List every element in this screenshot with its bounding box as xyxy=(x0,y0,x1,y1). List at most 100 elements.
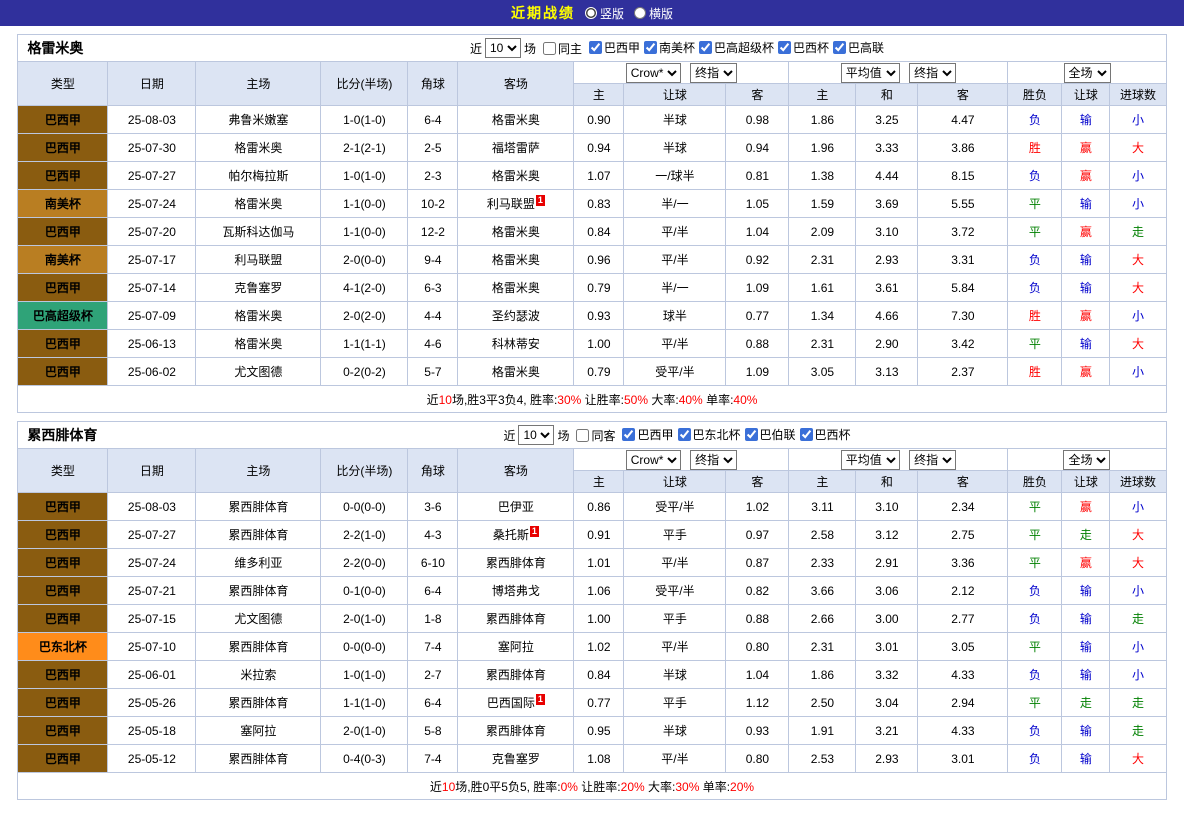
match-date: 25-08-03 xyxy=(108,493,196,521)
home-team[interactable]: 累西腓体育 xyxy=(196,745,321,773)
handicap-home-odds: 1.00 xyxy=(574,330,624,358)
euro-average-select[interactable]: 平均值 xyxy=(841,63,900,83)
vertical-radio[interactable] xyxy=(585,7,597,19)
league-filter[interactable]: 巴高超级杯 xyxy=(699,39,774,56)
bookmaker-select[interactable]: Crow* xyxy=(626,450,681,470)
league-filter[interactable]: 巴高联 xyxy=(833,39,884,56)
away-team[interactable]: 博塔弗戈 xyxy=(458,577,574,605)
match-date: 25-05-18 xyxy=(108,717,196,745)
away-team[interactable]: 累西腓体育 xyxy=(458,605,574,633)
home-team[interactable]: 格雷米奥 xyxy=(196,134,321,162)
layout-horizontal-option[interactable]: 横版 xyxy=(634,5,673,22)
home-team[interactable]: 塞阿拉 xyxy=(196,717,321,745)
euro-draw-odds: 4.66 xyxy=(856,302,918,330)
away-team[interactable]: 格雷米奥 xyxy=(458,358,574,386)
home-team[interactable]: 弗鲁米嫩塞 xyxy=(196,106,321,134)
home-team[interactable]: 帕尔梅拉斯 xyxy=(196,162,321,190)
away-team[interactable]: 巴伊亚 xyxy=(458,493,574,521)
away-team[interactable]: 圣约瑟波 xyxy=(458,302,574,330)
asian-final-index-select[interactable]: 终指 xyxy=(690,450,737,470)
league-filter[interactable]: 巴西甲 xyxy=(622,426,673,443)
handicap-away-odds: 0.81 xyxy=(726,162,789,190)
handicap-away-odds: 1.02 xyxy=(726,493,789,521)
rounds-select[interactable]: 10 xyxy=(485,38,521,58)
home-team[interactable]: 格雷米奥 xyxy=(196,190,321,218)
away-team[interactable]: 克鲁塞罗 xyxy=(458,745,574,773)
home-team[interactable]: 累西腓体育 xyxy=(196,493,321,521)
col-home: 主场 xyxy=(196,62,321,106)
home-team[interactable]: 瓦斯科达伽马 xyxy=(196,218,321,246)
same-venue-checkbox[interactable] xyxy=(576,429,589,442)
result-outcome: 平 xyxy=(1008,493,1062,521)
league-filter-checkbox[interactable] xyxy=(800,428,813,441)
league-filter-checkbox[interactable] xyxy=(745,428,758,441)
euro-final-index-select[interactable]: 终指 xyxy=(909,63,956,83)
home-team[interactable]: 累西腓体育 xyxy=(196,521,321,549)
handicap-line: 平/半 xyxy=(624,218,726,246)
home-team[interactable]: 米拉索 xyxy=(196,661,321,689)
same-venue-filter[interactable]: 同主 xyxy=(543,40,582,57)
horizontal-radio[interactable] xyxy=(634,7,646,19)
home-team[interactable]: 累西腓体育 xyxy=(196,633,321,661)
home-team[interactable]: 利马联盟 xyxy=(196,246,321,274)
bookmaker-select[interactable]: Crow* xyxy=(626,63,681,83)
away-team[interactable]: 格雷米奥 xyxy=(458,106,574,134)
handicap-home-odds: 0.83 xyxy=(574,190,624,218)
corners: 7-4 xyxy=(408,633,458,661)
league-filter-checkbox[interactable] xyxy=(833,41,846,54)
league-filter-checkbox[interactable] xyxy=(678,428,691,441)
home-team[interactable]: 维多利亚 xyxy=(196,549,321,577)
result-goals: 小 xyxy=(1110,493,1166,521)
topbar: 近期战绩 竖版 横版 xyxy=(0,0,1184,26)
away-team[interactable]: 累西腓体育 xyxy=(458,549,574,577)
away-team[interactable]: 福塔雷萨 xyxy=(458,134,574,162)
league-filter[interactable]: 南美杯 xyxy=(644,39,695,56)
corners: 2-5 xyxy=(408,134,458,162)
home-team[interactable]: 格雷米奥 xyxy=(196,302,321,330)
away-team[interactable]: 巴西国际1 xyxy=(458,689,574,717)
euro-average-select[interactable]: 平均值 xyxy=(841,450,900,470)
away-team[interactable]: 利马联盟1 xyxy=(458,190,574,218)
euro-draw-odds: 3.04 xyxy=(856,689,918,717)
scope-select[interactable]: 全场 xyxy=(1063,450,1110,470)
home-team[interactable]: 格雷米奥 xyxy=(196,330,321,358)
away-team[interactable]: 格雷米奥 xyxy=(458,218,574,246)
away-team[interactable]: 累西腓体育 xyxy=(458,717,574,745)
league-filter-checkbox[interactable] xyxy=(589,41,602,54)
away-team[interactable]: 格雷米奥 xyxy=(458,162,574,190)
league-filter[interactable]: 巴伯联 xyxy=(745,426,796,443)
scope-select[interactable]: 全场 xyxy=(1064,63,1111,83)
away-team[interactable]: 格雷米奥 xyxy=(458,274,574,302)
col-away: 客场 xyxy=(458,62,574,106)
league-filter[interactable]: 巴西甲 xyxy=(589,39,640,56)
league-filter[interactable]: 巴西杯 xyxy=(800,426,851,443)
league-filter-checkbox[interactable] xyxy=(644,41,657,54)
asian-final-index-select[interactable]: 终指 xyxy=(690,63,737,83)
result-outcome: 负 xyxy=(1008,274,1062,302)
away-team[interactable]: 科林蒂安 xyxy=(458,330,574,358)
away-team[interactable]: 塞阿拉 xyxy=(458,633,574,661)
league-filter[interactable]: 巴东北杯 xyxy=(678,426,741,443)
away-team[interactable]: 格雷米奥 xyxy=(458,246,574,274)
score: 2-2(1-0) xyxy=(321,521,408,549)
layout-vertical-option[interactable]: 竖版 xyxy=(585,5,624,22)
home-team[interactable]: 克鲁塞罗 xyxy=(196,274,321,302)
rounds-select[interactable]: 10 xyxy=(518,425,554,445)
home-team[interactable]: 累西腓体育 xyxy=(196,689,321,717)
home-team[interactable]: 尤文图德 xyxy=(196,605,321,633)
same-venue-filter[interactable]: 同客 xyxy=(576,427,615,444)
away-team[interactable]: 桑托斯1 xyxy=(458,521,574,549)
league-filter[interactable]: 巴西杯 xyxy=(778,39,829,56)
league-filter-checkbox[interactable] xyxy=(622,428,635,441)
euro-final-index-select[interactable]: 终指 xyxy=(909,450,956,470)
home-team[interactable]: 累西腓体育 xyxy=(196,577,321,605)
away-team[interactable]: 累西腓体育 xyxy=(458,661,574,689)
result-outcome: 胜 xyxy=(1008,134,1062,162)
subcol-ah-line: 让球 xyxy=(624,84,726,106)
same-venue-checkbox[interactable] xyxy=(543,42,556,55)
home-team[interactable]: 尤文图德 xyxy=(196,358,321,386)
league-filter-checkbox[interactable] xyxy=(699,41,712,54)
summary-part: 让胜率: xyxy=(578,780,621,794)
euro-away-odds: 3.05 xyxy=(918,633,1008,661)
league-filter-checkbox[interactable] xyxy=(778,41,791,54)
